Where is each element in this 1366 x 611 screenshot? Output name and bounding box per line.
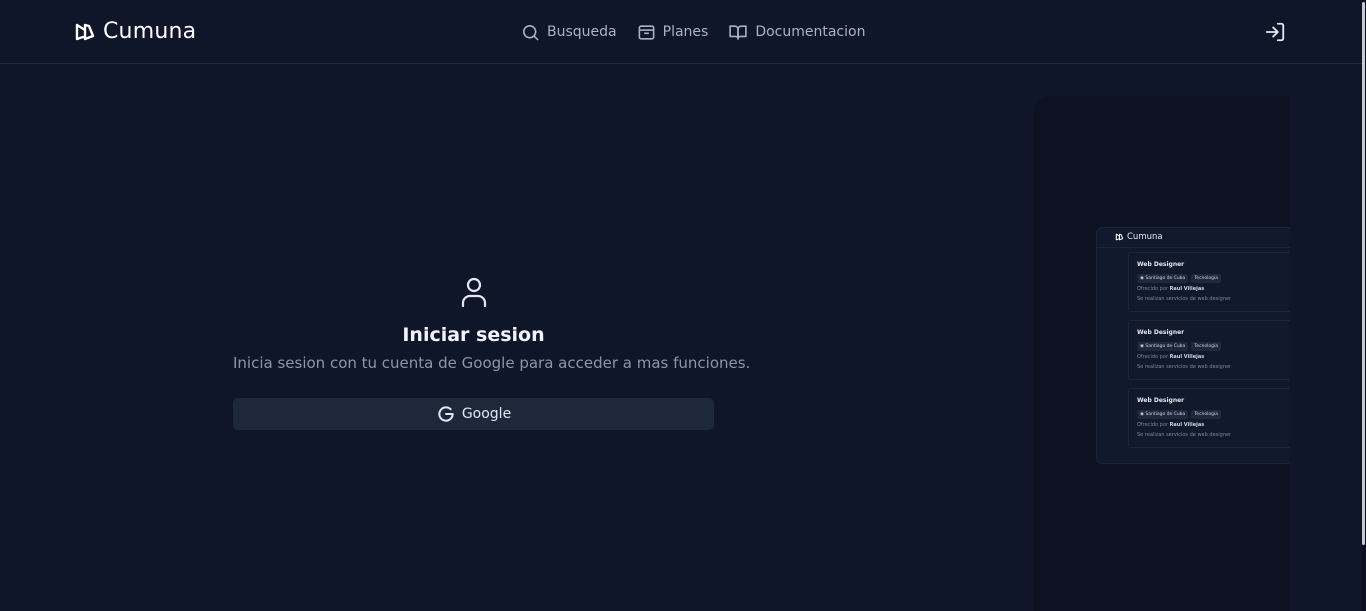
preview-divider: [1097, 247, 1290, 248]
login-panel: Iniciar sesion Inicia sesion con tu cuen…: [233, 276, 751, 430]
preview-card-offer-name: Raul Villejas: [1169, 422, 1205, 428]
preview-card-offer: Ofrecido por Raul Villejas: [1137, 354, 1204, 360]
page-scrollbar[interactable]: [1362, 0, 1366, 611]
preview-card-offer: Ofrecido por Raul Villejas: [1137, 286, 1204, 292]
login-title: Iniciar sesion: [402, 324, 545, 346]
app-preview-window: Cumuna Web Designer ◉ Santiago de Cuba T…: [1096, 227, 1290, 464]
preview-card-category-tag: Tecnologia: [1191, 274, 1222, 283]
preview-card-title: Web Designer: [1137, 397, 1185, 404]
google-button-label: Google: [461, 406, 512, 422]
cumuna-logo-icon: [1115, 233, 1124, 241]
preview-card-location-tag: ◉ Santiago de Cuba: [1137, 274, 1189, 283]
preview-brand-name: Cumuna: [1127, 232, 1163, 242]
preview-card-tags: ◉ Santiago de Cuba Tecnologia: [1137, 274, 1222, 283]
nav-label-documentacion: Documentacion: [755, 24, 866, 40]
nav-label-planes: Planes: [662, 24, 709, 40]
preview-card-offer-name: Raul Villejas: [1169, 286, 1205, 292]
nav-item-planes[interactable]: Planes: [637, 20, 709, 44]
nav-item-documentacion[interactable]: Documentacion: [728, 20, 865, 44]
preview-brand: Cumuna: [1115, 232, 1163, 242]
preview-card-tags: ◉ Santiago de Cuba Tecnologia: [1137, 342, 1222, 351]
scrollbar-thumb[interactable]: [1362, 2, 1365, 545]
nav-item-busqueda[interactable]: Busqueda: [521, 20, 617, 44]
preview-card-location-tag: ◉ Santiago de Cuba: [1137, 342, 1189, 351]
nav-label-busqueda: Busqueda: [547, 24, 617, 40]
login-subtitle: Inicia sesion con tu cuenta de Google pa…: [233, 354, 751, 372]
log-in-icon[interactable]: [1264, 21, 1286, 43]
preview-card-category-tag: Tecnologia: [1191, 410, 1222, 419]
preview-card-title: Web Designer: [1137, 261, 1185, 268]
preview-card-title: Web Designer: [1137, 329, 1185, 336]
preview-card: Web Designer ◉ Santiago de Cuba Tecnolog…: [1128, 320, 1290, 380]
preview-card-offer: Ofrecido por Raul Villejas: [1137, 422, 1204, 428]
preview-card-tags: ◉ Santiago de Cuba Tecnologia: [1137, 410, 1222, 419]
preview-card: Web Designer ◉ Santiago de Cuba Tecnolog…: [1128, 388, 1290, 448]
preview-card-location: Santiago de Cuba: [1145, 276, 1186, 281]
main-nav: Busqueda Planes Documentacion: [521, 20, 865, 44]
preview-card-offer-name: Raul Villejas: [1169, 354, 1205, 360]
archive-icon: [638, 24, 655, 40]
preview-card-offer-label: Ofrecido por: [1137, 354, 1168, 360]
preview-card-category-tag: Tecnologia: [1191, 342, 1222, 351]
app-preview-frame: Cumuna Web Designer ◉ Santiago de Cuba T…: [1034, 96, 1290, 611]
preview-card-offer-label: Ofrecido por: [1137, 286, 1168, 292]
google-icon: [438, 406, 454, 422]
brand-name: Cumuna: [103, 19, 197, 44]
google-login-button[interactable]: Google: [233, 398, 714, 430]
book-open-icon: [729, 24, 748, 40]
cumuna-logo-icon: [75, 23, 95, 40]
user-icon: [461, 277, 486, 308]
preview-card-location: Santiago de Cuba: [1145, 344, 1186, 349]
preview-card-description: Se realizan servicios de web designer: [1137, 364, 1232, 370]
preview-card-description: Se realizan servicios de web designer: [1137, 432, 1232, 438]
preview-card-description: Se realizan servicios de web designer: [1137, 296, 1232, 302]
search-icon: [522, 24, 539, 40]
brand-logo-link[interactable]: Cumuna: [74, 19, 196, 44]
preview-card-location-tag: ◉ Santiago de Cuba: [1137, 410, 1189, 419]
preview-card-location: Santiago de Cuba: [1145, 412, 1186, 417]
preview-card: Web Designer ◉ Santiago de Cuba Tecnolog…: [1128, 252, 1290, 312]
preview-card-offer-label: Ofrecido por: [1137, 422, 1168, 428]
top-navbar: Cumuna Busqueda Planes Documentacion: [0, 0, 1362, 64]
